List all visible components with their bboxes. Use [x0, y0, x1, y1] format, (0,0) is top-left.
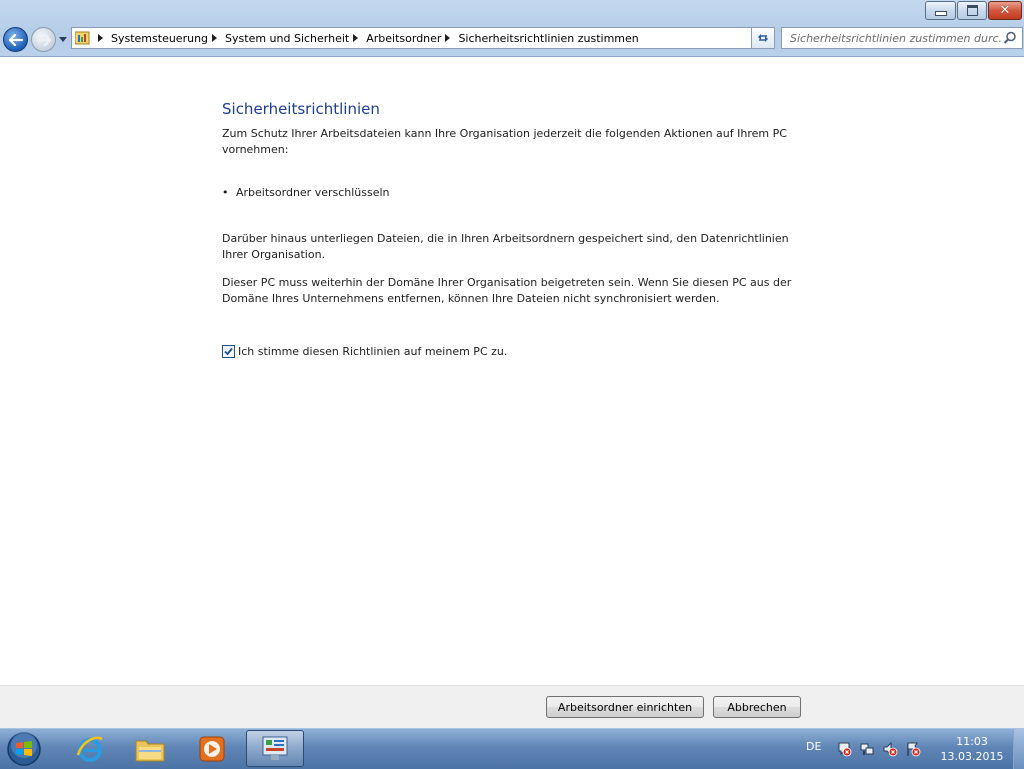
breadcrumb-arrow-icon[interactable] [212, 34, 218, 42]
control-panel-icon [75, 31, 90, 45]
breadcrumb-item-system-und-sicherheit[interactable]: System und Sicherheit [225, 32, 349, 45]
bullet-icon: • [222, 186, 229, 199]
taskbar-media-player[interactable] [183, 730, 241, 767]
close-button[interactable]: ✕ [988, 1, 1022, 20]
forward-button[interactable] [31, 27, 56, 52]
search-icon[interactable] [1003, 31, 1017, 45]
back-button[interactable] [3, 27, 28, 52]
system-tray [836, 741, 921, 757]
checkmark-icon [224, 347, 233, 356]
action-center-icon[interactable] [836, 741, 852, 757]
refresh-icon [758, 34, 768, 42]
breadcrumb-item-current[interactable]: Sicherheitsrichtlinien zustimmen [458, 32, 638, 45]
recent-pages-button[interactable] [58, 34, 68, 44]
taskbar-file-explorer[interactable] [121, 730, 179, 767]
start-button[interactable] [4, 730, 44, 768]
search-placeholder: Sicherheitsrichtlinien zustimmen durc... [790, 32, 1002, 45]
breadcrumb-arrow-icon[interactable] [98, 34, 103, 42]
agree-checkbox[interactable] [222, 345, 235, 358]
agree-row[interactable]: Ich stimme diesen Richtlinien auf meinem… [222, 345, 507, 358]
intro-text: Zum Schutz Ihrer Arbeitsdateien kann Ihr… [222, 127, 787, 156]
button-bar: Arbeitsordner einrichten Abbrechen [0, 685, 1024, 729]
folder-icon [135, 740, 165, 761]
close-icon: ✕ [999, 3, 1011, 18]
policy-text: Darüber hinaus unterliegen Dateien, die … [222, 232, 789, 261]
agree-label[interactable]: Ich stimme diesen Richtlinien auf meinem… [238, 345, 507, 358]
refresh-button[interactable] [751, 27, 775, 49]
setup-work-folders-button[interactable]: Arbeitsordner einrichten [546, 696, 704, 718]
taskbar-internet-explorer[interactable] [61, 730, 119, 767]
cancel-button[interactable]: Abbrechen [713, 696, 801, 718]
breadcrumb: Systemsteuerung System und Sicherheit Ar… [94, 28, 639, 48]
breadcrumb-arrow-icon[interactable] [353, 34, 359, 42]
show-desktop-button[interactable] [1013, 729, 1024, 769]
forward-arrow-icon [36, 33, 51, 46]
windows-logo-icon [7, 732, 41, 766]
back-arrow-icon [8, 33, 23, 46]
domain-text: Dieser PC muss weiterhin der Domäne Ihre… [222, 276, 792, 305]
minimize-button[interactable] [925, 1, 956, 20]
bullet-label: Arbeitsordner verschlüsseln [236, 186, 390, 199]
clock[interactable]: 11:03 13.03.2015 [930, 734, 1014, 764]
media-player-icon [199, 736, 225, 761]
search-input[interactable]: Sicherheitsrichtlinien zustimmen durc... [781, 27, 1023, 49]
control-panel-icon [262, 736, 288, 760]
minimize-icon [934, 11, 947, 16]
network-icon[interactable] [859, 741, 875, 757]
breadcrumb-item-systemsteuerung[interactable]: Systemsteuerung [111, 32, 208, 45]
clock-date: 13.03.2015 [940, 750, 1004, 763]
main-content: Sicherheitsrichtlinien Zum Schutz Ihrer … [0, 57, 1024, 685]
clock-time: 11:03 [956, 735, 988, 748]
maximize-icon [966, 5, 978, 16]
page-title: Sicherheitsrichtlinien [222, 100, 380, 118]
volume-icon[interactable] [882, 741, 898, 757]
taskbar-control-panel[interactable] [246, 730, 304, 767]
taskbar: DE 11:03 13.03.2015 [0, 728, 1024, 769]
flag-alert-icon[interactable] [905, 741, 921, 757]
address-bar[interactable]: Systemsteuerung System und Sicherheit Ar… [71, 27, 775, 49]
breadcrumb-item-arbeitsordner[interactable]: Arbeitsordner [366, 32, 441, 45]
chevron-down-icon [59, 36, 67, 42]
breadcrumb-arrow-icon[interactable] [445, 34, 451, 42]
window-chrome: ✕ Systemsteuerung System und Sicherheit … [0, 0, 1024, 57]
control-panel-window: ✕ Systemsteuerung System und Sicherheit … [0, 0, 1024, 729]
list-item: • Arbeitsordner verschlüsseln [222, 185, 390, 201]
internet-explorer-icon [76, 736, 103, 762]
language-indicator[interactable]: DE [806, 740, 821, 753]
maximize-button[interactable] [957, 1, 987, 20]
